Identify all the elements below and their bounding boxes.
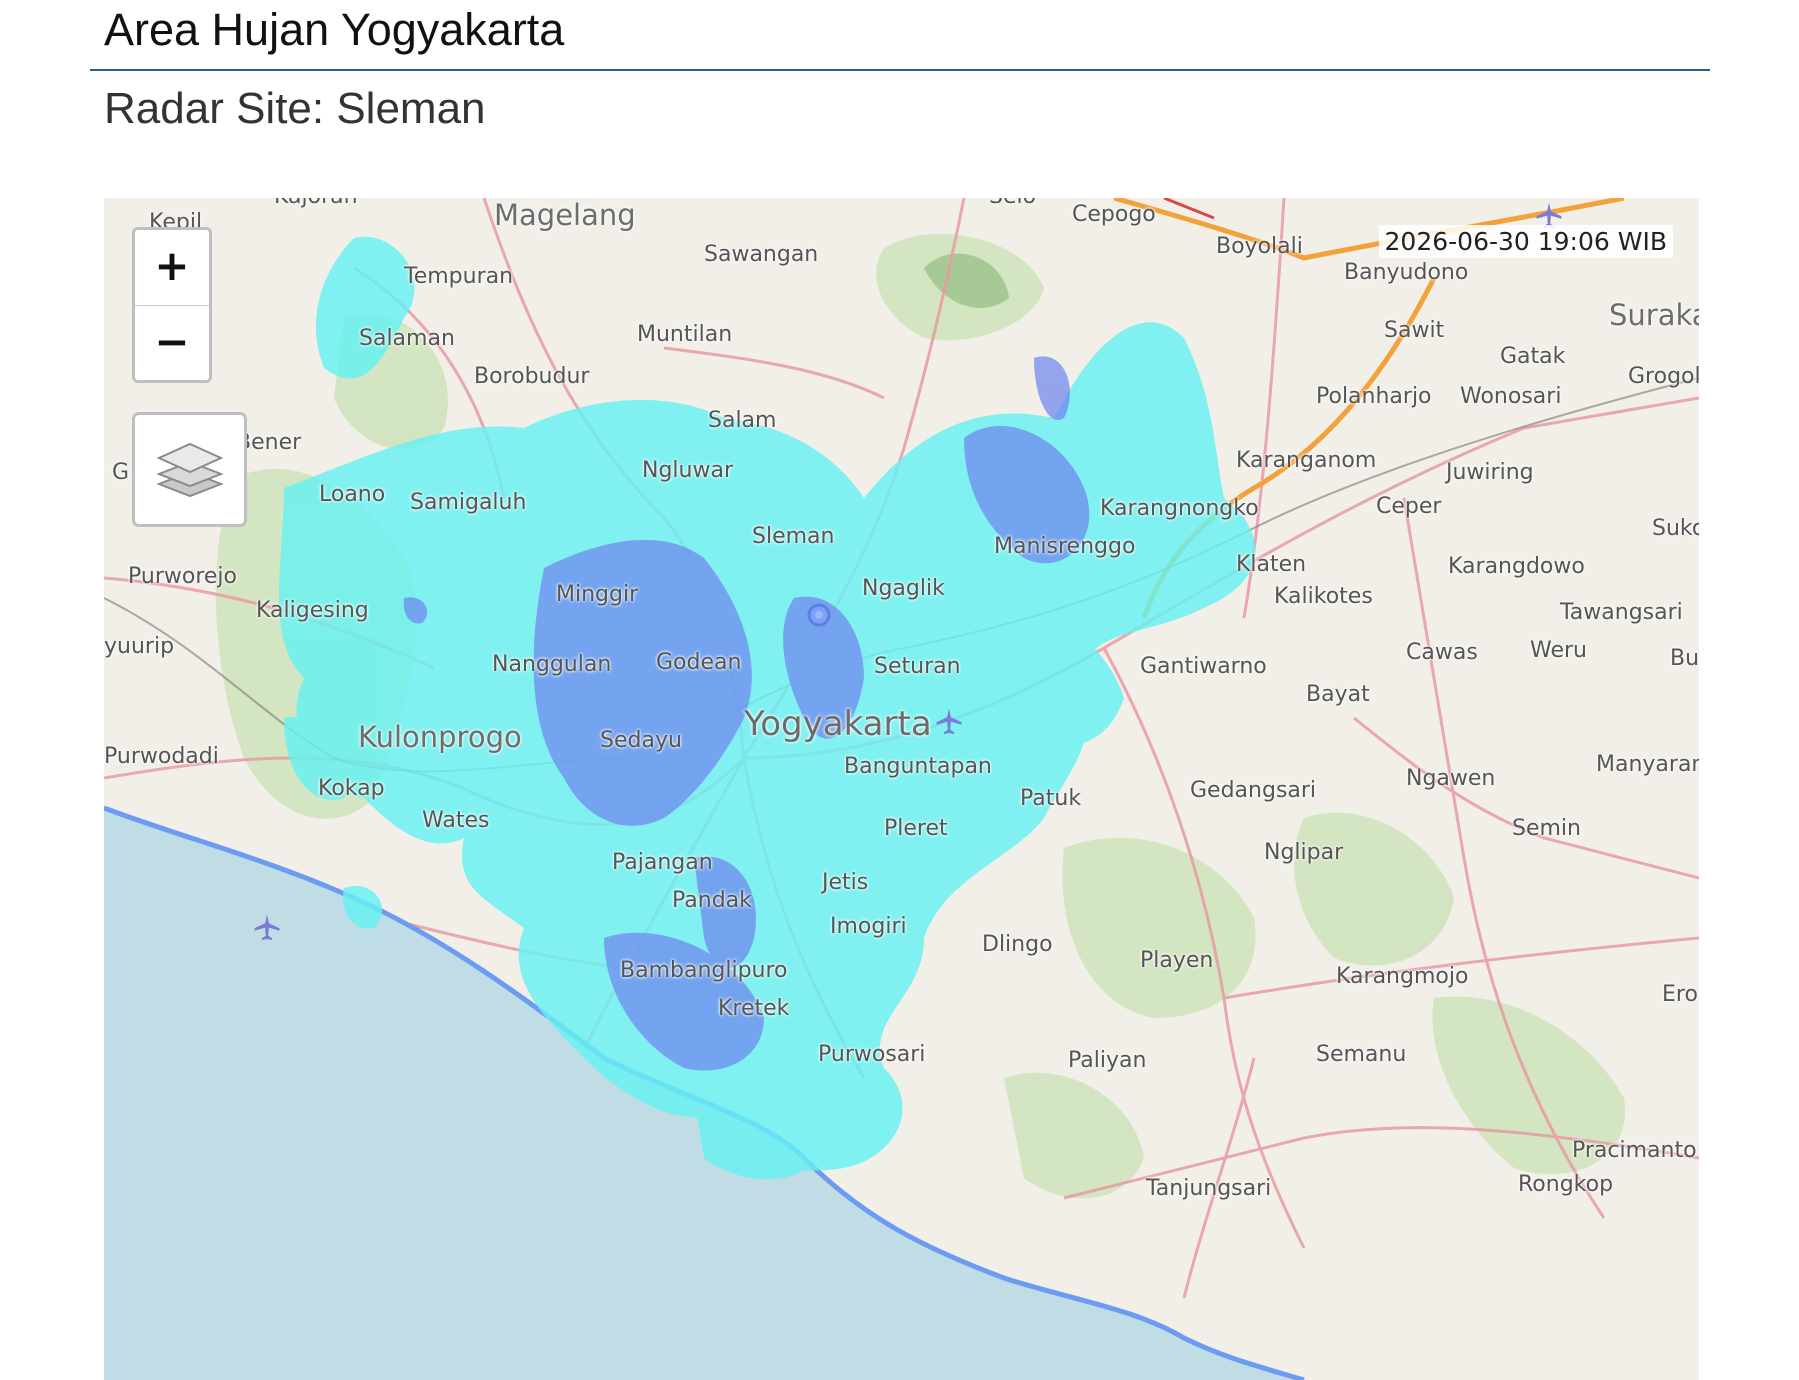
title-divider: [90, 69, 1710, 71]
zoom-in-button[interactable]: +: [135, 230, 209, 305]
airport-icon: [254, 914, 280, 941]
layers-icon: [155, 442, 224, 497]
zoom-out-button[interactable]: −: [135, 305, 209, 380]
radar-timestamp: 2026-06-30 19:06 WIB: [1378, 225, 1673, 258]
rain-radar-map[interactable]: Kajoran Kepil Magelang Selo Cepogo Boyol…: [104, 198, 1699, 1380]
radar-site-marker[interactable]: [806, 602, 832, 628]
radar-site-subtitle: Radar Site: Sleman: [104, 84, 486, 133]
layers-button[interactable]: [132, 412, 247, 527]
page-title: Area Hujan Yogyakarta: [104, 4, 565, 55]
airport-icon: [936, 708, 962, 735]
zoom-control: + −: [132, 227, 212, 383]
map-basemap: [104, 198, 1699, 1380]
